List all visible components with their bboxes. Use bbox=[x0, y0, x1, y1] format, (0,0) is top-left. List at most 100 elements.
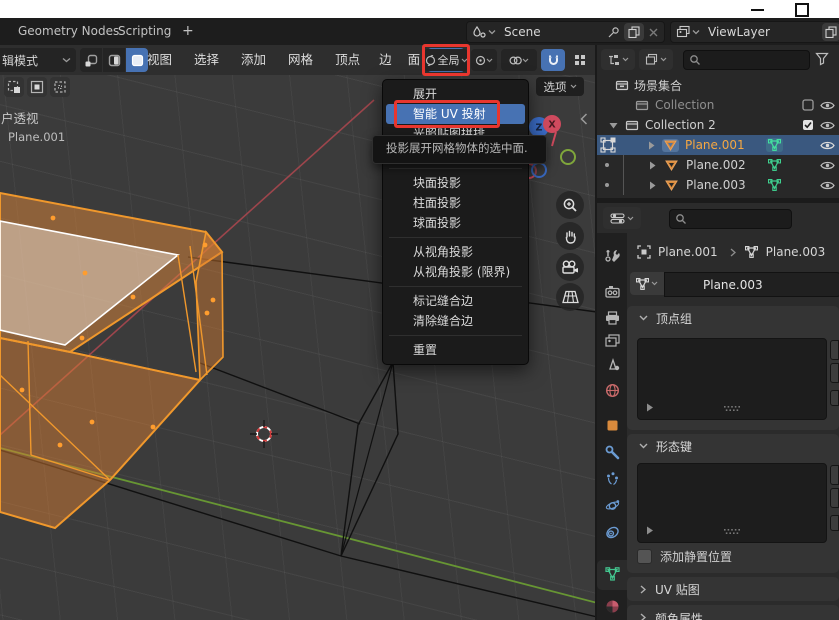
remove-vertex-group-button[interactable] bbox=[830, 363, 839, 383]
disclosure-arrow-icon[interactable] bbox=[649, 181, 656, 190]
menu-mesh[interactable]: 网格 bbox=[277, 48, 324, 72]
mode-dropdown[interactable]: 辑模式 bbox=[0, 48, 76, 72]
add-shape-key-button[interactable] bbox=[830, 465, 839, 485]
camera-view-button[interactable] bbox=[556, 253, 584, 281]
zoom-view-button[interactable] bbox=[556, 191, 584, 219]
outliner-row-collection-2[interactable]: Collection 2 bbox=[597, 115, 839, 135]
menu-view[interactable]: 视图 bbox=[136, 48, 183, 72]
shape-key-specials-button[interactable] bbox=[830, 515, 839, 531]
disclosure-arrow-icon[interactable] bbox=[649, 161, 656, 170]
mesh-data-icon[interactable] bbox=[768, 179, 781, 191]
properties-editor-type-dropdown[interactable] bbox=[603, 207, 641, 229]
properties-search-input[interactable] bbox=[669, 209, 792, 229]
eye-icon[interactable] bbox=[820, 140, 835, 151]
eye-icon[interactable] bbox=[820, 100, 835, 111]
eye-icon[interactable] bbox=[820, 120, 835, 131]
unlink-scene-icon[interactable] bbox=[649, 28, 658, 37]
resize-grip-icon[interactable] bbox=[724, 529, 740, 536]
panel-uv-maps[interactable]: UV 贴图 bbox=[627, 577, 839, 601]
breadcrumb-data[interactable]: Plane.003 bbox=[766, 245, 826, 259]
select-extend-button[interactable] bbox=[27, 77, 47, 97]
new-viewlayer-icon[interactable] bbox=[822, 23, 839, 41]
outliner-row-collection[interactable]: Collection bbox=[597, 95, 839, 115]
region-divider[interactable] bbox=[595, 45, 597, 620]
new-workspace-button[interactable]: + bbox=[182, 18, 194, 45]
tab-material[interactable] bbox=[605, 599, 620, 614]
outliner-filter-id-dropdown[interactable] bbox=[639, 49, 673, 70]
maximize-icon[interactable] bbox=[795, 3, 809, 17]
pin-icon[interactable] bbox=[607, 26, 620, 39]
tab-world[interactable] bbox=[605, 383, 620, 398]
outliner-row-scene-collection[interactable]: 场景集合 bbox=[597, 75, 839, 95]
shape-keys-list[interactable] bbox=[637, 463, 827, 543]
menu-item-project-from-view-bounds[interactable]: 从视角投影 (限界) bbox=[383, 262, 528, 282]
outliner-display-mode-dropdown[interactable] bbox=[601, 49, 635, 70]
remove-shape-key-button[interactable] bbox=[830, 488, 839, 508]
list-filter-arrow-icon[interactable] bbox=[646, 526, 654, 535]
outliner-row-plane-002[interactable]: Plane.002 bbox=[597, 155, 839, 175]
panel-header-vertex-groups[interactable]: 顶点组 bbox=[627, 306, 839, 330]
menu-edge[interactable]: 边 bbox=[371, 48, 400, 72]
tab-modifiers[interactable] bbox=[605, 445, 620, 460]
menu-item-reset[interactable]: 重置 bbox=[383, 340, 528, 360]
select-mode-vertex-button[interactable] bbox=[80, 48, 102, 72]
outliner-row-plane-001[interactable]: Plane.001 bbox=[597, 135, 839, 155]
mesh-data-icon[interactable] bbox=[768, 159, 781, 171]
scene-selector[interactable]: Scene bbox=[466, 21, 665, 43]
menu-item-sphere-projection[interactable]: 球面投影 bbox=[383, 213, 528, 233]
menu-item-clear-seam[interactable]: 清除缝合边 bbox=[383, 311, 528, 331]
scene-name[interactable]: Scene bbox=[504, 25, 541, 39]
resize-grip-icon[interactable] bbox=[724, 406, 740, 413]
eye-icon[interactable] bbox=[820, 160, 835, 171]
tab-object[interactable] bbox=[605, 418, 620, 433]
tab-tool[interactable] bbox=[605, 248, 620, 263]
menu-add[interactable]: 添加 bbox=[230, 48, 277, 72]
tab-output[interactable] bbox=[605, 311, 620, 325]
menu-item-cylinder-projection[interactable]: 柱面投影 bbox=[383, 193, 528, 213]
tab-constraints[interactable] bbox=[605, 525, 620, 540]
perspective-toggle-button[interactable] bbox=[556, 283, 584, 311]
mesh-name-field[interactable]: Plane.003 bbox=[664, 272, 839, 297]
orientation-dropdown[interactable]: 全局 bbox=[424, 49, 468, 71]
vertex-group-specials-button[interactable] bbox=[830, 390, 839, 406]
outliner-row-plane-003[interactable]: Plane.003 bbox=[597, 175, 839, 195]
tab-scene[interactable] bbox=[605, 357, 620, 371]
proportional-edit-button[interactable] bbox=[568, 49, 592, 71]
list-filter-arrow-icon[interactable] bbox=[646, 403, 654, 412]
add-vertex-group-button[interactable] bbox=[830, 340, 839, 360]
menu-vertex[interactable]: 顶点 bbox=[324, 48, 371, 72]
menu-select[interactable]: 选择 bbox=[183, 48, 230, 72]
select-subtract-button[interactable] bbox=[50, 77, 70, 97]
chevron-left-icon[interactable] bbox=[580, 113, 588, 125]
disclosure-arrow-icon[interactable] bbox=[648, 141, 655, 150]
viewlayer-selector[interactable]: ViewLayer bbox=[670, 21, 839, 43]
tab-render[interactable] bbox=[605, 285, 620, 298]
menu-item-smart-uv-project[interactable]: 智能 UV 投射 bbox=[386, 104, 525, 124]
menu-item-cube-projection[interactable]: 块面投影 bbox=[383, 173, 528, 193]
tab-object-data[interactable] bbox=[605, 567, 620, 581]
options-button[interactable]: 选项 bbox=[536, 77, 584, 96]
outliner-search-input[interactable] bbox=[683, 50, 810, 70]
tab-view-layer[interactable] bbox=[605, 334, 620, 348]
eye-icon[interactable] bbox=[820, 180, 835, 191]
exclude-checkbox-checked[interactable] bbox=[802, 119, 814, 131]
mesh-data-icon[interactable] bbox=[766, 138, 783, 152]
breadcrumb-object[interactable]: Plane.001 bbox=[658, 245, 718, 259]
tab-geometry-nodes[interactable]: Geometry Nodes bbox=[18, 18, 119, 45]
rest-position-checkbox[interactable] bbox=[637, 549, 652, 564]
panel-header-shape-keys[interactable]: 形态键 bbox=[627, 434, 839, 458]
select-mode-edge-button[interactable] bbox=[103, 48, 125, 72]
tab-scripting[interactable]: Scripting bbox=[118, 18, 171, 45]
select-set-button[interactable] bbox=[4, 77, 24, 97]
vertex-groups-list[interactable] bbox=[637, 338, 827, 420]
viewlayer-name[interactable]: ViewLayer bbox=[708, 25, 770, 39]
snap-toggle-button[interactable] bbox=[541, 49, 565, 71]
minimize-icon[interactable] bbox=[751, 9, 764, 11]
pan-view-button[interactable] bbox=[556, 222, 584, 250]
panel-color-attributes[interactable]: 颜色属性 bbox=[627, 605, 839, 620]
pivot-dropdown[interactable] bbox=[471, 49, 497, 71]
tab-particles[interactable] bbox=[605, 471, 620, 486]
menu-item-mark-seam[interactable]: 标记缝合边 bbox=[383, 291, 528, 311]
new-scene-icon[interactable] bbox=[624, 23, 644, 41]
expand-arrow-icon[interactable] bbox=[609, 122, 618, 129]
